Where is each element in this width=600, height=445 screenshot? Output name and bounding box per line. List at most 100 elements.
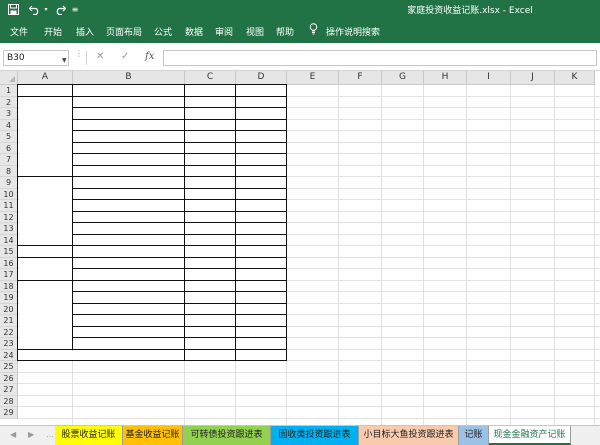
row-header-29[interactable]: 29 <box>0 407 18 419</box>
tab-help[interactable]: 帮助 <box>276 25 294 38</box>
category-cell[interactable] <box>19 281 72 349</box>
table-border <box>73 164 287 166</box>
table-border <box>73 325 287 327</box>
sheet-tab[interactable]: 可转债投资跟进表 <box>183 426 271 445</box>
gridline-column <box>466 85 467 425</box>
more-sheets-icon[interactable]: … <box>46 430 54 439</box>
row-header-3[interactable]: 3 <box>0 108 18 120</box>
row-header-9[interactable]: 9 <box>0 177 18 189</box>
row-header-1[interactable]: 1 <box>0 85 18 97</box>
ribbon-tabs: 文件 开始 插入 页面布局 公式 数据 审阅 视图 帮助 操作说明搜索 <box>0 19 600 43</box>
table-border <box>18 95 287 97</box>
table-border <box>73 337 287 338</box>
category-cell[interactable] <box>19 178 72 245</box>
row-header-16[interactable]: 16 <box>0 257 18 269</box>
tab-file[interactable]: 文件 <box>10 25 28 38</box>
tab-data[interactable]: 数据 <box>185 25 203 38</box>
category-cell[interactable] <box>19 97 72 176</box>
column-header-b[interactable]: B <box>73 71 185 85</box>
row-header-28[interactable]: 28 <box>0 395 18 407</box>
category-cell[interactable] <box>19 258 72 280</box>
table-border <box>18 256 73 258</box>
formula-bar: B30 ▼ ⋮ ✕ ✓ fx <box>0 43 600 71</box>
row-header-24[interactable]: 24 <box>0 349 18 361</box>
row-header-2[interactable]: 2 <box>0 96 18 108</box>
spreadsheet-grid[interactable]: ABCDEFGHIJK 1 2 3 4 5 6 7 8 9 10 11 12 13 14 15 16 17 18 1… <box>0 71 600 425</box>
table-border <box>73 279 287 281</box>
row-header-5[interactable]: 5 <box>0 131 18 143</box>
row-header-14[interactable]: 14 <box>0 234 18 246</box>
chevron-down-icon[interactable]: ▼ <box>62 54 67 68</box>
table-border <box>73 314 287 315</box>
gridline-row <box>18 394 600 396</box>
name-box[interactable]: B30 ▼ <box>3 50 69 66</box>
total-label[interactable] <box>19 350 184 360</box>
row-header-15[interactable]: 15 <box>0 246 18 258</box>
table-border <box>18 245 73 246</box>
insert-function-icon[interactable]: fx <box>145 51 154 62</box>
sheet-tab[interactable]: 基金收益记账 <box>123 426 183 445</box>
sheet-tab[interactable]: 固收类投资跟进表 <box>271 426 359 445</box>
sheet-tab[interactable]: 小目标大鱼投资跟进表 <box>359 426 459 445</box>
sheet-tab-bar: ◀ ▶ … 股票收益记账 基金收益记账 可转债投资跟进表 固收类投资跟进表 小目标大鱼投… <box>0 425 600 445</box>
row-header-20[interactable]: 20 <box>0 303 18 315</box>
row-header-17[interactable]: 17 <box>0 269 18 281</box>
tab-view[interactable]: 视图 <box>246 25 264 38</box>
row-header-21[interactable]: 21 <box>0 315 18 327</box>
table-border <box>184 84 185 361</box>
column-header-c[interactable]: C <box>185 71 236 85</box>
scroll-right-icon[interactable]: ▶ <box>28 430 34 439</box>
select-all-corner[interactable] <box>0 71 18 85</box>
tab-home[interactable]: 开始 <box>44 25 62 38</box>
row-header-23[interactable]: 23 <box>0 338 18 350</box>
scroll-left-icon[interactable]: ◀ <box>10 430 16 439</box>
lightbulb-icon[interactable] <box>309 23 318 38</box>
column-header-k[interactable]: K <box>555 71 595 85</box>
sheet-tab[interactable]: 股票收益记账 <box>55 426 123 445</box>
enter-icon[interactable]: ✓ <box>121 51 129 62</box>
column-header-a[interactable]: A <box>18 71 73 85</box>
tab-insert[interactable]: 插入 <box>76 25 94 38</box>
column-header-e[interactable]: E <box>287 71 339 85</box>
tab-review[interactable]: 审阅 <box>215 25 233 38</box>
cancel-icon[interactable]: ✕ <box>96 51 104 62</box>
column-header-f[interactable]: F <box>339 71 382 85</box>
sheet-tab[interactable]: 记账 <box>459 426 489 445</box>
table-border <box>18 279 73 281</box>
column-header-j[interactable]: J <box>511 71 555 85</box>
table-border <box>73 233 287 235</box>
row-header-10[interactable]: 10 <box>0 188 18 200</box>
tab-page-layout[interactable]: 页面布局 <box>106 25 142 38</box>
column-header-d[interactable]: D <box>236 71 287 85</box>
gridline-column <box>510 85 511 425</box>
row-header-7[interactable]: 7 <box>0 154 18 166</box>
column-header-h[interactable]: H <box>424 71 467 85</box>
row-header-6[interactable]: 6 <box>0 142 18 154</box>
table-border <box>73 268 287 269</box>
tell-me-search[interactable]: 操作说明搜索 <box>326 25 380 38</box>
table-border <box>72 84 73 350</box>
row-header-27[interactable]: 27 <box>0 384 18 396</box>
row-header-25[interactable]: 25 <box>0 361 18 373</box>
formula-input[interactable] <box>163 50 597 66</box>
category-cell[interactable] <box>19 247 72 257</box>
row-header-22[interactable]: 22 <box>0 326 18 338</box>
divider <box>86 51 87 65</box>
row-header-12[interactable]: 12 <box>0 211 18 223</box>
row-header-11[interactable]: 11 <box>0 200 18 212</box>
column-header-g[interactable]: G <box>382 71 424 85</box>
tab-formulas[interactable]: 公式 <box>154 25 172 38</box>
row-header-19[interactable]: 19 <box>0 292 18 304</box>
gridline-row <box>18 417 600 419</box>
gridline-column <box>594 85 595 425</box>
name-box-value: B30 <box>7 53 25 63</box>
row-header-4[interactable]: 4 <box>0 119 18 131</box>
table-border <box>73 187 287 189</box>
row-header-8[interactable]: 8 <box>0 165 18 177</box>
row-header-26[interactable]: 26 <box>0 372 18 384</box>
row-header-18[interactable]: 18 <box>0 280 18 292</box>
row-header-13[interactable]: 13 <box>0 223 18 235</box>
column-header-i[interactable]: I <box>467 71 511 85</box>
sheet-tab[interactable]: 现金金融资产记账 <box>489 426 571 445</box>
table-border <box>73 130 287 131</box>
